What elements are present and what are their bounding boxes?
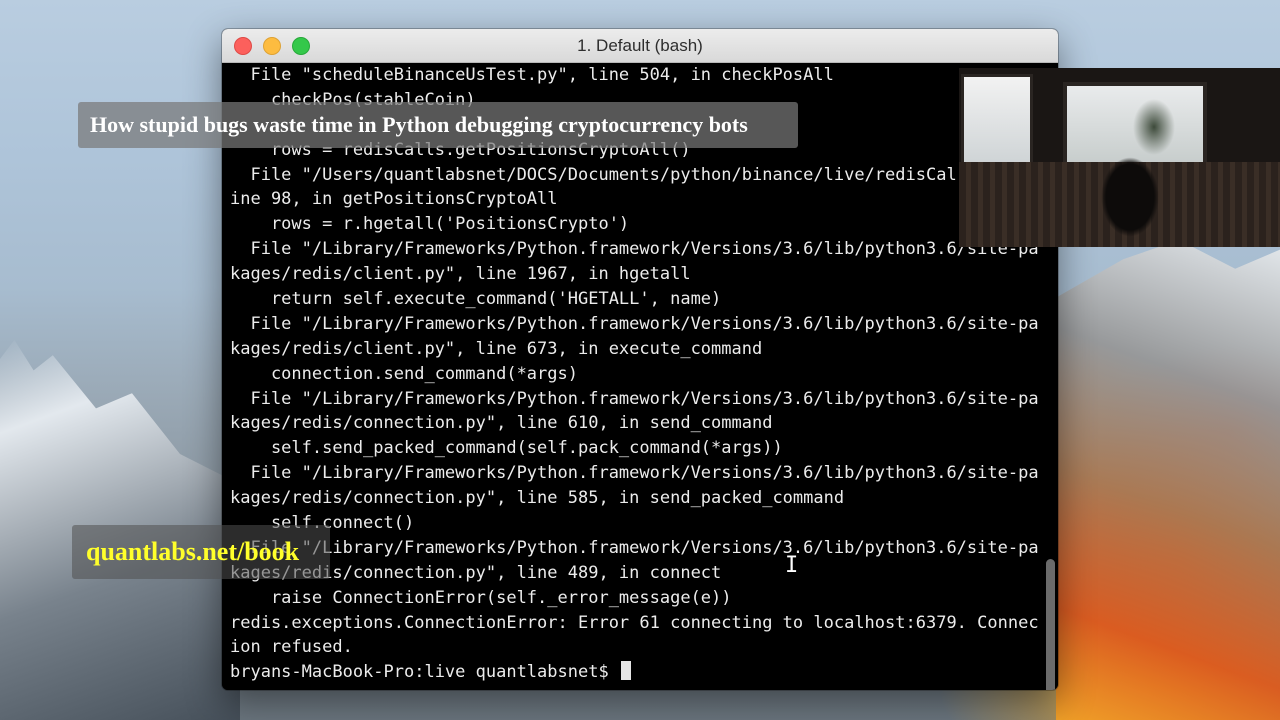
terminal-line: redis.exceptions.ConnectionError: Error … — [230, 612, 1038, 633]
text-cursor — [620, 661, 631, 681]
terminal-line: rows = r.hgetall('PositionsCrypto') — [230, 214, 630, 235]
promo-link-text: quantlabs.net/book — [86, 537, 300, 566]
video-title-caption: How stupid bugs waste time in Python deb… — [78, 102, 798, 148]
window-titlebar[interactable]: 1. Default (bash) — [222, 29, 1058, 63]
terminal-line: File "/Users/quantlabsnet/DOCS/Documents… — [230, 164, 957, 185]
terminal-line: ine 98, in getPositionsCryptoAll — [230, 189, 558, 210]
mouse-ibeam-icon: I — [785, 555, 798, 577]
webcam-window-left — [961, 74, 1033, 166]
wallpaper-mountain-right — [1056, 240, 1280, 720]
webcam-overlay — [959, 68, 1280, 247]
terminal-line: self.send_packed_command(self.pack_comma… — [230, 438, 783, 459]
terminal-line: raise ConnectionError(self._error_messag… — [230, 587, 732, 608]
terminal-line: File "/Library/Frameworks/Python.framewo… — [230, 537, 1038, 558]
terminal-line: kages/redis/connection.py", line 610, in… — [230, 413, 773, 434]
terminal-line: self.connect() — [230, 513, 415, 534]
terminal-line: kages/redis/client.py", line 1967, in hg… — [230, 264, 691, 285]
terminal-line: kages/redis/connection.py", line 585, in… — [230, 488, 845, 509]
shell-prompt: bryans-MacBook-Pro:live quantlabsnet$ — [230, 662, 619, 683]
window-title: 1. Default (bash) — [577, 36, 703, 55]
terminal-line: File "/Library/Frameworks/Python.framewo… — [230, 239, 1038, 260]
webcam-person-silhouette — [1087, 142, 1173, 247]
video-title-text: How stupid bugs waste time in Python deb… — [90, 112, 748, 137]
terminal-scrollbar[interactable] — [1046, 559, 1055, 690]
terminal-output[interactable]: File "scheduleBinanceUsTest.py", line 50… — [230, 63, 1038, 685]
terminal-line: File "/Library/Frameworks/Python.framewo… — [230, 313, 1038, 334]
terminal-line: File "scheduleBinanceUsTest.py", line 50… — [230, 65, 834, 85]
terminal-line: File "/Library/Frameworks/Python.framewo… — [230, 463, 1038, 484]
terminal-line: ion refused. — [230, 637, 353, 658]
terminal-line: return self.execute_command('HGETALL', n… — [230, 289, 722, 310]
terminal-line: File "/Library/Frameworks/Python.framewo… — [230, 388, 1038, 409]
promo-link-caption: quantlabs.net/book — [72, 525, 330, 579]
terminal-prompt-line[interactable]: bryans-MacBook-Pro:live quantlabsnet$ — [230, 660, 1038, 685]
terminal-line: kages/redis/connection.py", line 489, in… — [230, 562, 722, 583]
terminal-line: kages/redis/client.py", line 673, in exe… — [230, 338, 763, 359]
terminal-line: connection.send_command(*args) — [230, 363, 578, 384]
